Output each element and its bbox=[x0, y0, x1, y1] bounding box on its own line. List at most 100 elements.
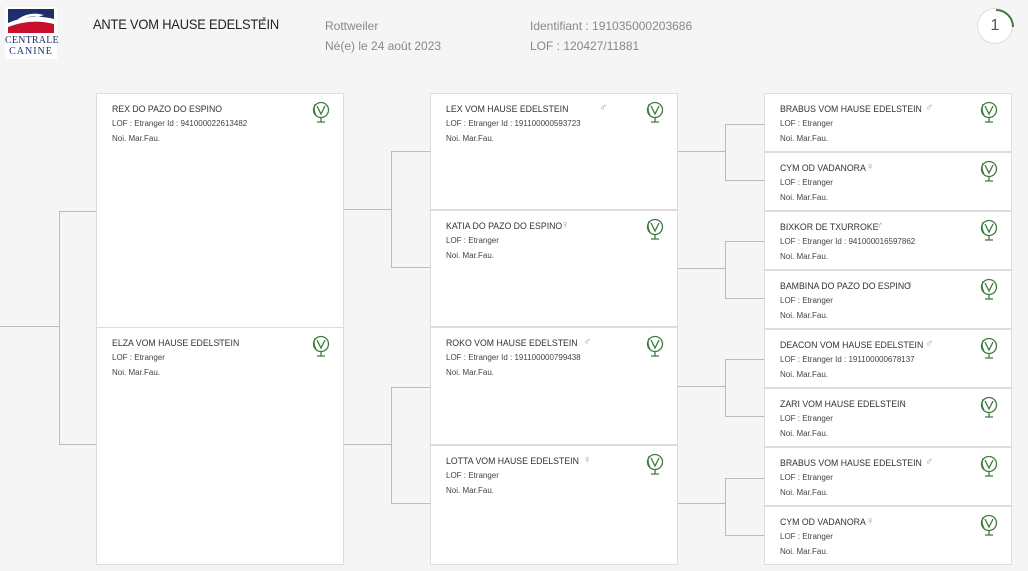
ancestor-card[interactable]: ROKO VOM HAUSE EDELSTEIN ♂ LOF : Etranger … bbox=[430, 327, 678, 445]
connector-line bbox=[59, 444, 96, 445]
male-icon: ♂ bbox=[599, 102, 608, 114]
ancestor-lof-id: LOF : Etranger bbox=[780, 473, 833, 482]
male-icon: ♂ bbox=[875, 220, 884, 232]
connector-line bbox=[0, 326, 60, 327]
ancestor-card[interactable]: LEX VOM HAUSE EDELSTEIN ♂ LOF : Etranger I… bbox=[430, 93, 678, 210]
ancestor-lof-id: LOF : Etranger bbox=[112, 353, 165, 362]
connector-line bbox=[725, 298, 764, 299]
ancestor-name[interactable]: KATIA DO PAZO DO ESPINO bbox=[446, 221, 562, 232]
health-results-icon[interactable] bbox=[645, 218, 665, 240]
logo-text-centrale: CENTRALE bbox=[5, 35, 59, 46]
ancestor-card[interactable]: DEACON VOM HAUSE EDELSTEIN ♂ LOF : Etrange… bbox=[764, 329, 1012, 388]
dog-name: ANTE VOM HAUSE EDELSTEIN bbox=[93, 16, 279, 32]
health-results-icon[interactable] bbox=[979, 455, 999, 477]
ancestor-name[interactable]: LEX VOM HAUSE EDELSTEIN bbox=[446, 104, 568, 115]
connector-line bbox=[678, 151, 726, 152]
male-icon: ♂ bbox=[925, 456, 934, 468]
health-results-icon[interactable] bbox=[979, 160, 999, 182]
dog-birth-date: Né(e) le 24 août 2023 bbox=[325, 39, 442, 53]
connector-line bbox=[344, 209, 392, 210]
connector-line bbox=[391, 387, 430, 388]
logo-text-canine: CANINE bbox=[9, 46, 53, 57]
connector-line bbox=[725, 241, 726, 299]
health-results-icon[interactable] bbox=[979, 101, 999, 123]
ancestor-color: Noi. Mar.Fau. bbox=[780, 488, 829, 497]
female-icon: ♀ bbox=[866, 515, 875, 527]
connector-line bbox=[344, 444, 392, 445]
health-results-icon[interactable] bbox=[979, 278, 999, 300]
connector-line bbox=[391, 387, 392, 504]
ancestor-card[interactable]: BRABUS VOM HAUSE EDELSTEIN ♂ LOF : Etrange… bbox=[764, 93, 1012, 152]
health-results-icon[interactable] bbox=[979, 337, 999, 359]
ancestor-name[interactable]: ROKO VOM HAUSE EDELSTEIN bbox=[446, 338, 578, 349]
health-results-icon[interactable] bbox=[979, 396, 999, 418]
health-results-icon[interactable] bbox=[311, 335, 331, 357]
male-icon: ♂ bbox=[925, 338, 934, 350]
connector-line bbox=[59, 211, 60, 444]
ancestor-card[interactable]: KATIA DO PAZO DO ESPINO ♀ LOF : Etranger No… bbox=[430, 210, 678, 327]
connector-line bbox=[678, 268, 726, 269]
ancestor-lof-id: LOF : Etranger bbox=[780, 532, 833, 541]
health-results-icon[interactable] bbox=[979, 219, 999, 241]
logo-flag-icon bbox=[8, 9, 54, 33]
ancestor-card[interactable]: BAMBINA DO PAZO DO ESPINO ♀ LOF : Etranger… bbox=[764, 270, 1012, 329]
connector-line bbox=[678, 503, 726, 504]
ancestor-card[interactable]: CYM OD VADANORA ♀ LOF : Etranger Noi. Mar.F… bbox=[764, 506, 1012, 565]
female-icon: ♀ bbox=[866, 161, 875, 173]
ancestor-card[interactable]: ELZA VOM HAUSE EDELSTEIN ♀ LOF : Etranger N… bbox=[96, 327, 344, 565]
progress-arc-icon bbox=[995, 9, 1014, 28]
health-results-icon[interactable] bbox=[645, 335, 665, 357]
ancestor-lof-id: LOF : Etranger bbox=[780, 296, 833, 305]
male-icon: ♂ bbox=[925, 102, 934, 114]
ancestor-name[interactable]: CYM OD VADANORA bbox=[780, 517, 866, 528]
ancestor-card[interactable]: REX DO PAZO DO ESPINO ♂ LOF : Etranger Id … bbox=[96, 93, 344, 328]
ancestor-card[interactable]: ZARI VOM HAUSE EDELSTEIN ♀ LOF : Etranger N… bbox=[764, 388, 1012, 447]
ancestor-name[interactable]: DEACON VOM HAUSE EDELSTEIN bbox=[780, 340, 923, 351]
connector-line bbox=[725, 359, 764, 360]
dog-lof: LOF : 120427/11881 bbox=[530, 39, 640, 53]
ancestor-lof-id: LOF : Etranger bbox=[446, 471, 499, 480]
connector-line bbox=[725, 416, 764, 417]
health-results-icon[interactable] bbox=[311, 101, 331, 123]
ancestor-color: Noi. Mar.Fau. bbox=[112, 368, 161, 377]
ancestor-card[interactable]: BRABUS VOM HAUSE EDELSTEIN ♂ LOF : Etrange… bbox=[764, 447, 1012, 506]
ancestor-lof-id: LOF : Etranger Id : 191100000593723 bbox=[446, 119, 581, 128]
male-icon: ♂ bbox=[198, 102, 207, 114]
ancestor-name[interactable]: BRABUS VOM HAUSE EDELSTEIN bbox=[780, 458, 922, 469]
connector-line bbox=[725, 180, 764, 181]
connector-line bbox=[391, 151, 430, 152]
ancestor-name[interactable]: BIXKOR DE TXURROKE bbox=[780, 222, 878, 233]
ancestor-lof-id: LOF : Etranger Id : 941000016597862 bbox=[780, 237, 916, 246]
health-results-icon[interactable] bbox=[645, 101, 665, 123]
ancestor-name[interactable]: BRABUS VOM HAUSE EDELSTEIN bbox=[780, 104, 922, 115]
ancestor-color: Noi. Mar.Fau. bbox=[780, 252, 829, 261]
generation-selector[interactable]: 1 bbox=[977, 8, 1014, 44]
ancestor-name[interactable]: BAMBINA DO PAZO DO ESPINO bbox=[780, 281, 911, 292]
connector-line bbox=[725, 478, 726, 535]
dog-identifiant: Identifiant : 191035000203686 bbox=[530, 19, 693, 33]
ancestor-card[interactable]: CYM OD VADANORA ♀ LOF : Etranger Noi. Mar.F… bbox=[764, 152, 1012, 211]
ancestor-lof-id: LOF : Etranger Id : 191100000799438 bbox=[446, 353, 581, 362]
connector-line bbox=[391, 267, 430, 268]
health-results-icon[interactable] bbox=[645, 453, 665, 475]
ancestor-color: Noi. Mar.Fau. bbox=[780, 134, 829, 143]
ancestor-color: Noi. Mar.Fau. bbox=[780, 193, 829, 202]
ancestor-name[interactable]: ZARI VOM HAUSE EDELSTEIN bbox=[780, 399, 906, 410]
female-icon: ♀ bbox=[561, 219, 570, 231]
centrale-canine-logo[interactable]: CENTRALE CANINE bbox=[5, 7, 59, 59]
connector-line bbox=[725, 124, 726, 181]
connector-line bbox=[391, 503, 430, 504]
ancestor-color: Noi. Mar.Fau. bbox=[446, 251, 495, 260]
female-icon: ♀ bbox=[215, 336, 224, 348]
ancestor-color: Noi. Mar.Fau. bbox=[446, 486, 495, 495]
health-results-icon[interactable] bbox=[979, 514, 999, 536]
ancestor-card[interactable]: BIXKOR DE TXURROKE ♂ LOF : Etranger Id : 9… bbox=[764, 211, 1012, 270]
ancestor-card[interactable]: LOTTA VOM HAUSE EDELSTEIN ♀ LOF : Etranger… bbox=[430, 445, 678, 565]
ancestor-lof-id: LOF : Etranger bbox=[780, 119, 833, 128]
connector-line bbox=[59, 211, 96, 212]
ancestor-name[interactable]: CYM OD VADANORA bbox=[780, 163, 866, 174]
ancestor-color: Noi. Mar.Fau. bbox=[780, 547, 829, 556]
pedigree-page: { "logo": { "line1": "CENTRALE", "line2"… bbox=[0, 0, 1028, 571]
ancestor-color: Noi. Mar.Fau. bbox=[780, 429, 829, 438]
ancestor-name[interactable]: LOTTA VOM HAUSE EDELSTEIN bbox=[446, 456, 579, 467]
